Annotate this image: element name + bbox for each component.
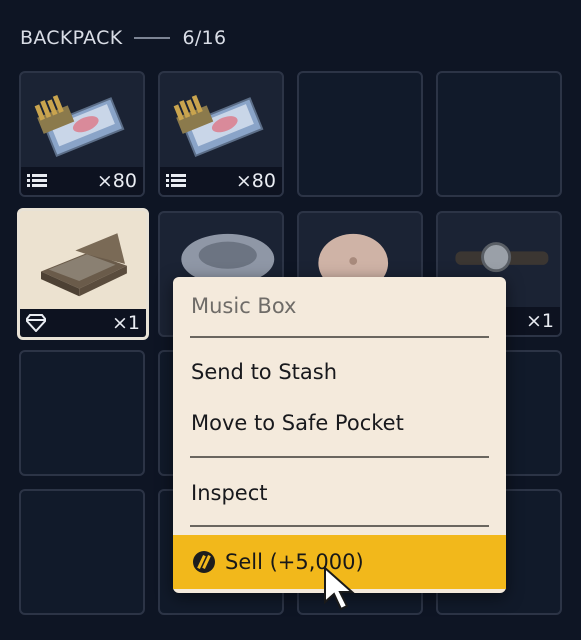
inspect-option[interactable]: Inspect — [191, 481, 267, 505]
inventory-slot-empty[interactable] — [19, 350, 145, 476]
list-icon — [27, 174, 47, 187]
slot-info-strip: ×1 — [20, 309, 146, 337]
inventory-slot-empty[interactable] — [436, 71, 562, 197]
header-divider — [134, 37, 171, 39]
inventory-slot-ammo-2[interactable]: ×80 — [158, 71, 284, 197]
music-box-icon — [41, 233, 127, 297]
list-icon — [166, 174, 186, 187]
slot-quantity: ×80 — [96, 170, 137, 192]
menu-divider — [190, 525, 489, 527]
move-to-safe-pocket-option[interactable]: Move to Safe Pocket — [191, 411, 404, 435]
item-context-menu: Music Box Send to Stash Move to Safe Poc… — [173, 277, 506, 593]
slot-info-strip: ×80 — [160, 167, 282, 195]
slot-info-strip: ×80 — [21, 167, 143, 195]
inventory-slot-empty[interactable] — [19, 489, 145, 615]
mouse-cursor-icon — [324, 566, 355, 611]
backpack-header: BACKPACK 6/16 — [20, 24, 226, 52]
inventory-slot-music-box[interactable]: ×1 — [17, 208, 149, 340]
context-menu-title: Music Box — [191, 294, 297, 318]
inventory-slot-empty[interactable] — [297, 71, 423, 197]
backpack-capacity: 6/16 — [182, 27, 227, 49]
slot-quantity: ×80 — [235, 170, 276, 192]
menu-divider — [190, 456, 489, 458]
diamond-icon — [26, 314, 46, 332]
menu-divider — [190, 336, 489, 338]
inventory-slot-ammo-1[interactable]: ×80 — [19, 71, 145, 197]
backpack-title: BACKPACK — [20, 27, 123, 49]
slot-quantity: ×1 — [525, 310, 554, 332]
send-to-stash-option[interactable]: Send to Stash — [191, 360, 337, 384]
ammo-box-icon — [34, 94, 125, 158]
coin-icon — [193, 551, 215, 573]
slot-quantity: ×1 — [111, 312, 140, 334]
ammo-box-icon — [173, 94, 264, 158]
